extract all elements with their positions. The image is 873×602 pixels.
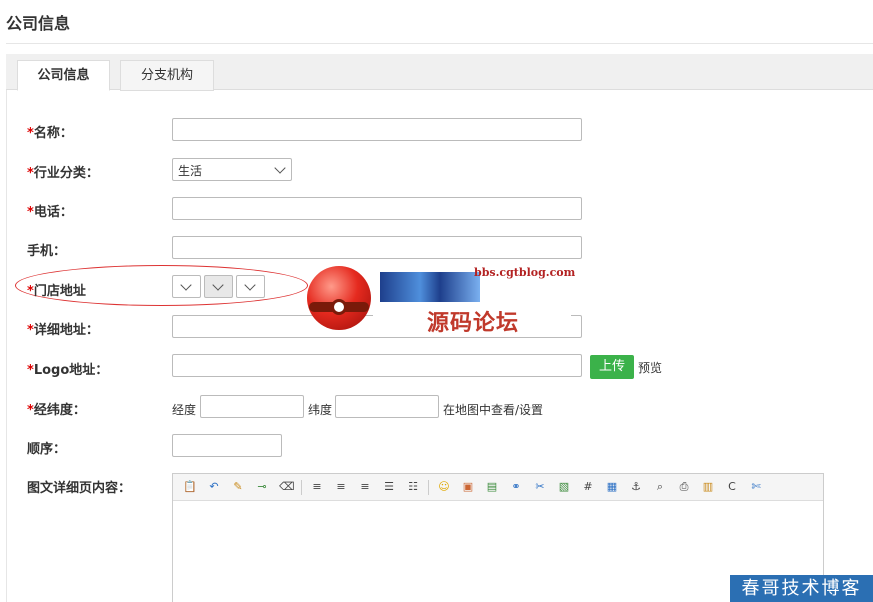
store-address-label: *门店地址 (27, 284, 86, 299)
format-painter-icon[interactable]: ⊸ (255, 480, 269, 494)
chevron-down-icon (212, 279, 224, 291)
logo-label: *Logo地址： (27, 363, 109, 378)
longitude-label: 经度 (172, 403, 197, 417)
align-center-icon[interactable]: ≡ (334, 480, 348, 494)
hr-icon[interactable]: # (581, 480, 595, 494)
image-icon[interactable]: ▧ (557, 480, 571, 494)
watermark-site-url: bbs.cgtblog.com (474, 266, 576, 279)
insert-flash-icon[interactable]: ▤ (485, 480, 499, 494)
tab-branches[interactable]: 分支机构 (120, 60, 214, 91)
watermark-logo-banner (380, 272, 480, 302)
rich-content-label: 图文详细页内容： (27, 481, 132, 496)
chevron-down-icon (244, 279, 256, 291)
latitude-input[interactable] (335, 395, 439, 418)
preview-link[interactable]: 预览 (638, 359, 662, 376)
industry-label: *行业分类： (27, 166, 99, 181)
emoticon-icon[interactable]: ☺ (437, 480, 451, 494)
chevron-down-icon (274, 162, 286, 174)
toolbar-separator (428, 480, 429, 495)
toolbar-separator (301, 480, 302, 495)
mobile-input[interactable] (172, 236, 582, 259)
latitude-label: 纬度 (308, 403, 333, 417)
watermark-text: 春哥技术博客 (730, 575, 873, 602)
longitude-input[interactable] (200, 395, 304, 418)
link-icon[interactable]: ⚭ (509, 480, 523, 494)
print-icon[interactable]: ⎙ (677, 480, 691, 494)
tab-company-info[interactable]: 公司信息 (17, 60, 110, 91)
rich-text-editor[interactable]: 📋 ↶ ✎ ⊸ ⌫ ≡ ≡ ≡ ☰ ☷ ☺ ▣ ▤ ⚭ ✂ ▧ # ▦ ⚓ ⌕ ⎙ ▥ C ✄ (172, 473, 824, 602)
align-right-icon[interactable]: ≡ (358, 480, 372, 494)
industry-select-value: 生活 (178, 164, 203, 178)
tab-bar: 公司信息 分支机构 (6, 54, 873, 91)
chevron-down-icon (180, 279, 192, 291)
ordered-list-icon[interactable]: ☰ (382, 480, 396, 494)
map-link[interactable]: 在地图中查看/设置 (443, 401, 543, 418)
preview-icon[interactable]: ⌕ (653, 480, 667, 494)
logo-url-input[interactable] (172, 354, 582, 377)
unordered-list-icon[interactable]: ☷ (406, 480, 420, 494)
order-input[interactable] (172, 434, 282, 457)
phone-label: *电话： (27, 205, 73, 220)
industry-select[interactable]: 生活 (172, 158, 292, 181)
anchor-icon[interactable]: ⚓ (629, 480, 643, 494)
mobile-label: 手机： (27, 244, 67, 259)
coords-label: *经纬度： (27, 403, 86, 418)
detail-address-label: *详细地址： (27, 323, 99, 338)
undo-icon[interactable]: ↶ (207, 480, 221, 494)
table-icon[interactable]: ▦ (605, 480, 619, 494)
name-label: *名称： (27, 126, 73, 141)
insert-image-icon[interactable]: ▣ (461, 480, 475, 494)
watermark-site-name: 源码论坛 (427, 310, 520, 336)
upload-button[interactable]: 上传 (590, 355, 634, 379)
unlink-icon[interactable]: ✂ (533, 480, 547, 494)
name-input[interactable] (172, 118, 582, 141)
eraser-icon[interactable]: ⌫ (279, 480, 295, 494)
template-icon[interactable]: ▥ (701, 480, 715, 494)
order-label: 顺序： (27, 442, 67, 457)
align-left-icon[interactable]: ≡ (310, 480, 324, 494)
phone-input[interactable] (172, 197, 582, 220)
page-title: 公司信息 (6, 14, 71, 33)
editor-toolbar: 📋 ↶ ✎ ⊸ ⌫ ≡ ≡ ≡ ☰ ☷ ☺ ▣ ▤ ⚭ ✂ ▧ # ▦ ⚓ ⌕ ⎙ ▥ C ✄ (173, 474, 823, 501)
clear-format-icon[interactable]: ✎ (231, 480, 245, 494)
title-divider (6, 43, 873, 44)
code-icon[interactable]: C (725, 480, 739, 494)
paste-icon[interactable]: 📋 (183, 480, 197, 494)
watermark-logo-icon (307, 266, 371, 330)
district-select[interactable] (236, 275, 265, 298)
province-select[interactable] (172, 275, 201, 298)
cut-icon[interactable]: ✄ (749, 480, 763, 494)
city-select[interactable] (204, 275, 233, 298)
